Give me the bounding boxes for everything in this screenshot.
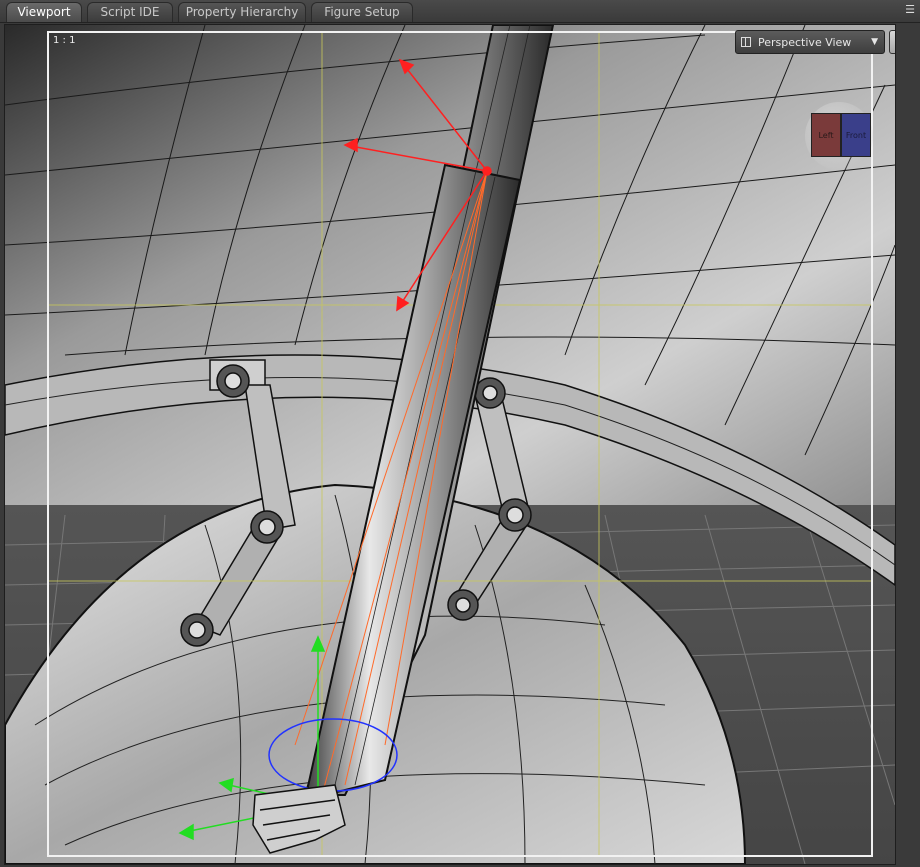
viewport-3d[interactable]: 1 : 1 Perspective View ▼ Left Front ⟲ ✥ … [4,24,896,865]
tab-bar: Viewport Script IDE Property Hierarchy F… [0,0,920,23]
frame-icon[interactable]: ⛶ [891,137,895,161]
tab-script-ide[interactable]: Script IDE [87,2,173,22]
view-selector[interactable]: Perspective View ▼ [735,30,885,54]
panel-menu-icon[interactable]: ☰ [902,2,918,18]
view-options-icon[interactable] [889,30,895,54]
tab-figure-setup[interactable]: Figure Setup [311,2,413,22]
chevron-down-icon: ▼ [871,37,878,47]
tab-property-hierarchy[interactable]: Property Hierarchy [178,2,306,22]
tab-viewport[interactable]: Viewport [6,2,82,22]
scene-canvas[interactable] [5,25,895,864]
nav-cube-front-face[interactable]: Front [841,113,871,157]
view-selector-label: Perspective View [758,36,852,49]
pan-icon[interactable]: ✥ [891,85,895,109]
aspect-ratio-label: 1 : 1 [53,35,76,46]
zoom-icon[interactable]: ⚲ [891,111,895,135]
nav-cube-left-face[interactable]: Left [811,113,841,157]
orbit-icon[interactable]: ⟲ [891,59,895,83]
view-camera-icon [741,37,751,47]
home-view-icon[interactable]: ⇧ [891,163,895,187]
